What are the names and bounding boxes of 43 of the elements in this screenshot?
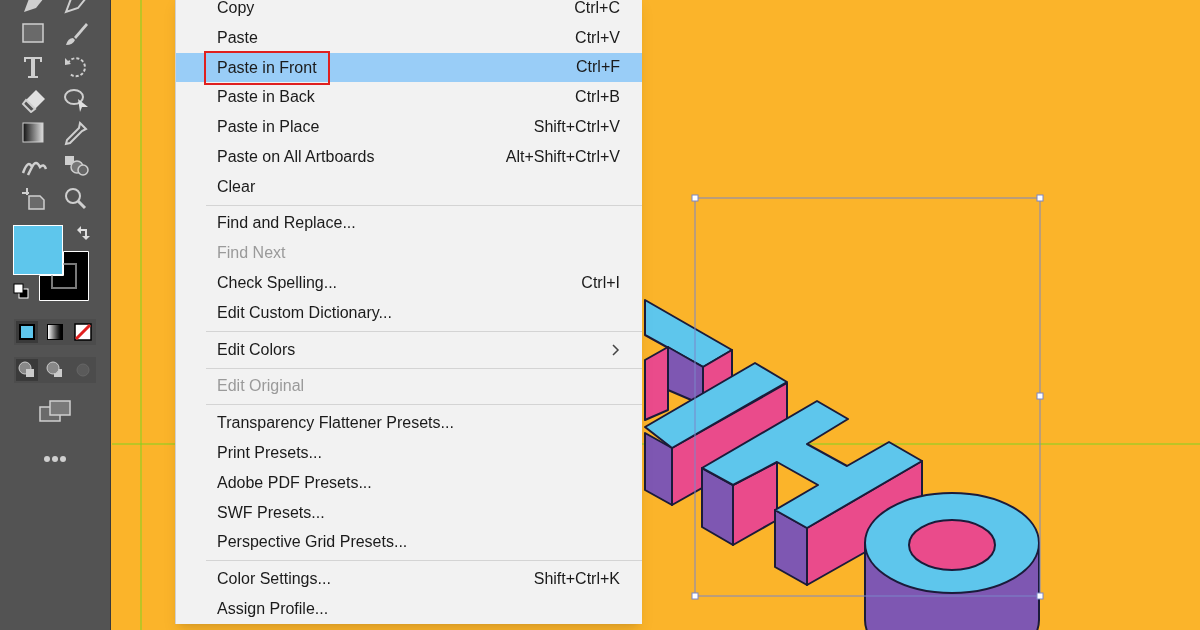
shortcut-text: Shift+Ctrl+V	[533, 117, 620, 138]
shortcut-text: Shift+Ctrl+K	[533, 569, 620, 590]
default-colors-icon[interactable]	[13, 283, 29, 299]
menu-item[interactable]: Color Settings... Shift+Ctrl+K	[176, 564, 642, 595]
menu-item[interactable]: Paste in Front Ctrl+F	[176, 52, 642, 83]
menu-item[interactable]: Copy Ctrl+C	[176, 0, 642, 23]
highlight-frame: Paste in Front	[204, 50, 330, 85]
selection-box[interactable]	[691, 194, 1044, 600]
shortcut-text: Ctrl+V	[575, 27, 620, 48]
shape-builder-icon[interactable]	[62, 87, 90, 113]
eraser-icon[interactable]	[20, 87, 48, 113]
shortcut-text: Ctrl+C	[574, 0, 620, 18]
menu-item[interactable]: Perspective Grid Presets...	[176, 527, 642, 558]
gradient-mode-button[interactable]	[44, 321, 66, 343]
eyedropper-icon[interactable]	[62, 120, 90, 146]
menu-item[interactable]: Find and Replace...	[176, 208, 642, 239]
stroke-color-swatch[interactable]	[39, 251, 89, 301]
menu-item[interactable]: Edit Colors	[176, 334, 642, 365]
color-mode-button[interactable]	[16, 321, 38, 343]
shortcut-text: Ctrl+B	[575, 87, 620, 108]
menu-item[interactable]: Print Presets...	[176, 438, 642, 468]
shortcut-text: Alt+Shift+Ctrl+V	[505, 146, 620, 167]
menu-item[interactable]: Edit Custom Dictionary...	[176, 297, 642, 328]
more-tools-icon[interactable]	[43, 455, 67, 463]
menu-item[interactable]: Check Spelling... Ctrl+I	[176, 268, 642, 298]
swap-arrow-icon[interactable]	[76, 225, 92, 241]
shortcut-text: Ctrl+I	[581, 273, 620, 294]
menu-item[interactable]: Paste Ctrl+V	[176, 22, 642, 53]
screen-mode-icon[interactable]	[38, 399, 72, 423]
menu-item[interactable]: Clear	[176, 171, 642, 202]
menu-item[interactable]: Adobe PDF Presets...	[176, 467, 642, 498]
fill-color-swatch[interactable]	[13, 225, 63, 275]
artboard-icon[interactable]	[20, 186, 48, 212]
menu-item[interactable]: SWF Presets...	[176, 497, 642, 528]
menu-item[interactable]: Transparency Flattener Presets...	[176, 408, 642, 439]
draw-normal-icon[interactable]	[16, 359, 38, 381]
symbol-sprayer-icon[interactable]	[62, 153, 90, 179]
none-mode-button[interactable]	[72, 321, 94, 343]
shortcut-text: Ctrl+F	[576, 57, 620, 78]
menu-item[interactable]: Paste on All Artboards Alt+Shift+Ctrl+V	[176, 142, 642, 172]
menu-item[interactable]: Assign Profile...	[176, 594, 642, 624]
menu-item[interactable]: Paste in Place Shift+Ctrl+V	[176, 112, 642, 142]
menu-item[interactable]: Paste in Back Ctrl+B	[176, 82, 642, 113]
